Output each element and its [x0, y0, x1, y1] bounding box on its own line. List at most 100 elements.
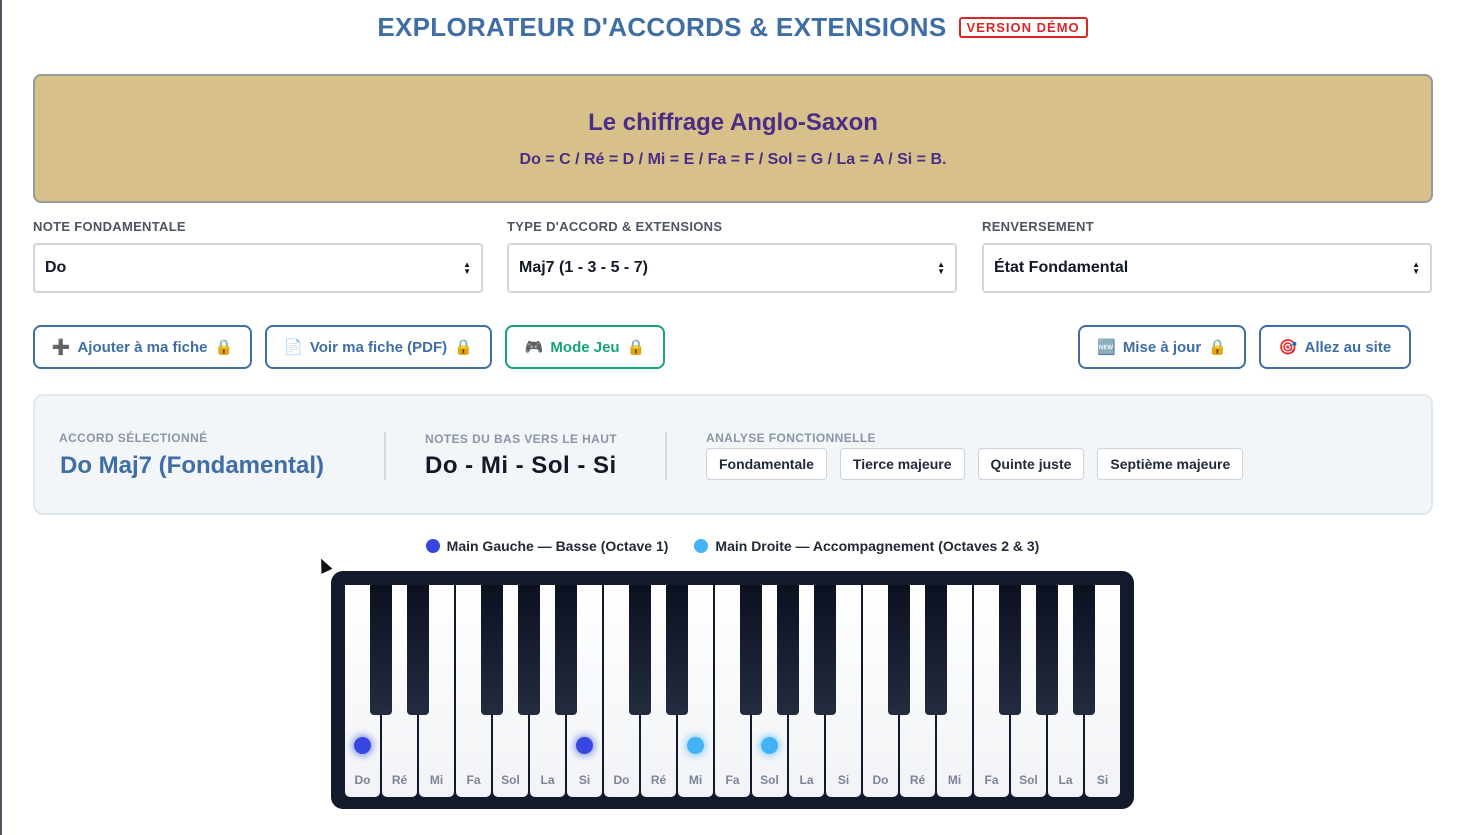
black-key[interactable] [481, 585, 503, 715]
chord-type-group: TYPE D'ACCORD & EXTENSIONS Maj7 (1 - 3 -… [507, 219, 957, 293]
black-key[interactable] [888, 585, 910, 715]
key-label: Si [578, 773, 591, 787]
selected-chord-label: ACCORD SÉLECTIONNÉ [59, 431, 208, 445]
analysis-tag: Fondamentale [706, 448, 827, 480]
page-title: EXPLORATEUR D'ACCORDS & EXTENSIONS [377, 12, 947, 42]
black-key[interactable] [518, 585, 540, 715]
legend-right-label: Main Droite — Accompagnement (Octaves 2 … [715, 538, 1040, 554]
black-key[interactable] [999, 585, 1021, 715]
key-label: Do [354, 773, 371, 787]
analysis-label: ANALYSE FONCTIONNELLE [706, 431, 876, 445]
key-label: Sol [1019, 773, 1038, 787]
root-note-select[interactable]: Do ▲ ▼ [33, 243, 483, 293]
notes-label: NOTES DU BAS VERS LE HAUT [425, 432, 618, 446]
legend-left-label: Main Gauche — Basse (Octave 1) [446, 538, 669, 554]
banner-subtitle: Do = C / Ré = D / Mi = E / Fa = F / Sol … [519, 151, 947, 168]
lock-icon: 🔒 [214, 339, 234, 356]
target-icon: 🎯 [1278, 339, 1298, 356]
key-label: Mi [688, 773, 703, 787]
key-label: Mi [947, 773, 962, 787]
root-note-group: NOTE FONDAMENTALE Do ▲ ▼ [33, 219, 483, 293]
lock-icon: 🔒 [454, 339, 473, 356]
update-label: Mise à jour [1122, 338, 1202, 356]
key-label: Fa [466, 773, 481, 787]
inversion-group: RENVERSEMENT État Fondamental ▲ ▼ [982, 219, 1432, 293]
inversion-label: RENVERSEMENT [982, 219, 1094, 234]
black-key[interactable] [740, 585, 762, 715]
chord-type-value: Maj7 (1 - 3 - 5 - 7) [519, 259, 648, 276]
inversion-select[interactable]: État Fondamental ▲ ▼ [982, 243, 1432, 293]
key-label: Ré [650, 773, 667, 787]
chord-type-select[interactable]: Maj7 (1 - 3 - 5 - 7) ▲ ▼ [507, 243, 957, 293]
chord-type-label: TYPE D'ACCORD & EXTENSIONS [507, 219, 723, 234]
notes-value: Do - Mi - Sol - Si [425, 452, 617, 479]
key-label: Do [613, 773, 630, 787]
black-key[interactable] [555, 585, 577, 715]
right-hand-note-marker [761, 737, 778, 754]
view-pdf-label: Voir ma fiche (PDF) [309, 338, 448, 356]
analysis-tags: Fondamentale Tierce majeure Quinte juste… [706, 448, 1244, 480]
black-key[interactable] [629, 585, 651, 715]
lock-icon: 🔒 [1208, 339, 1227, 356]
right-hand-note-marker [687, 737, 704, 754]
key-label: Sol [501, 773, 520, 787]
key-label: Si [837, 773, 850, 787]
lock-icon: 🔒 [626, 339, 646, 356]
key-label: Fa [725, 773, 740, 787]
analysis-tag: Septième majeure [1097, 448, 1244, 480]
inversion-value: État Fondamental [994, 259, 1129, 276]
document-icon: 📄 [284, 339, 303, 356]
left-hand-note-marker [354, 737, 371, 754]
page-header: EXPLORATEUR D'ACCORDS & EXTENSIONS VERSI… [0, 12, 1465, 43]
game-mode-button[interactable]: 🎮 Mode Jeu 🔒 [505, 325, 665, 369]
hand-legend: Main Gauche — Basse (Octave 1) Main Droi… [0, 538, 1465, 554]
black-key[interactable] [370, 585, 392, 715]
analysis-tag: Tierce majeure [839, 448, 965, 480]
black-key[interactable] [777, 585, 799, 715]
left-hand-note-marker [576, 737, 593, 754]
gamepad-icon: 🎮 [524, 339, 544, 356]
black-key[interactable] [666, 585, 688, 715]
info-banner: Le chiffrage Anglo-Saxon Do = C / Ré = D… [33, 74, 1433, 203]
add-to-sheet-label: Ajouter à ma fiche [77, 338, 208, 356]
analysis-tag: Quinte juste [977, 448, 1085, 480]
black-key[interactable] [814, 585, 836, 715]
selected-chord-value: Do Maj7 (Fondamental) [60, 452, 325, 479]
key-label: La [540, 773, 555, 787]
black-key[interactable] [925, 585, 947, 715]
key-label: Do [872, 773, 889, 787]
update-button[interactable]: 🆕 Mise à jour 🔒 [1078, 325, 1246, 369]
black-key[interactable] [1073, 585, 1095, 715]
select-arrows-icon: ▲ ▼ [1412, 260, 1420, 276]
key-label: Fa [984, 773, 999, 787]
key-label: Ré [909, 773, 926, 787]
legend-left-hand: Main Gauche — Basse (Octave 1) [425, 538, 669, 554]
plus-icon: ➕ [51, 339, 71, 356]
key-label: Mi [429, 773, 444, 787]
mouse-cursor-icon [315, 556, 333, 574]
left-hand-dot-icon [425, 539, 440, 553]
key-label: La [1058, 773, 1073, 787]
game-mode-label: Mode Jeu [550, 338, 620, 356]
legend-right-hand: Main Droite — Accompagnement (Octaves 2 … [694, 538, 1039, 554]
root-note-label: NOTE FONDAMENTALE [33, 219, 186, 234]
window-edge [0, 0, 2, 835]
select-arrows-icon: ▲ ▼ [937, 260, 945, 276]
key-label: Si [1096, 773, 1109, 787]
black-key[interactable] [407, 585, 429, 715]
key-label: La [799, 773, 814, 787]
new-icon: 🆕 [1097, 339, 1116, 356]
root-note-value: Do [45, 259, 67, 276]
chord-summary-panel: ACCORD SÉLECTIONNÉ Do Maj7 (Fondamental)… [33, 394, 1433, 515]
divider [665, 432, 667, 480]
key-label: Ré [391, 773, 408, 787]
banner-title: Le chiffrage Anglo-Saxon [588, 109, 878, 136]
add-to-sheet-button[interactable]: ➕ Ajouter à ma fiche 🔒 [33, 325, 252, 369]
go-to-site-label: Allez au site [1304, 338, 1392, 356]
select-arrows-icon: ▲ ▼ [463, 260, 471, 276]
view-pdf-button[interactable]: 📄 Voir ma fiche (PDF) 🔒 [265, 325, 492, 369]
divider [384, 432, 386, 480]
piano-keyboard: Do Ré Mi Fa Sol La Si Do Ré Mi Fa Sol La Si Do Ré Mi Fa So… [331, 571, 1134, 809]
black-key[interactable] [1036, 585, 1058, 715]
go-to-site-button[interactable]: 🎯 Allez au site [1259, 325, 1411, 369]
